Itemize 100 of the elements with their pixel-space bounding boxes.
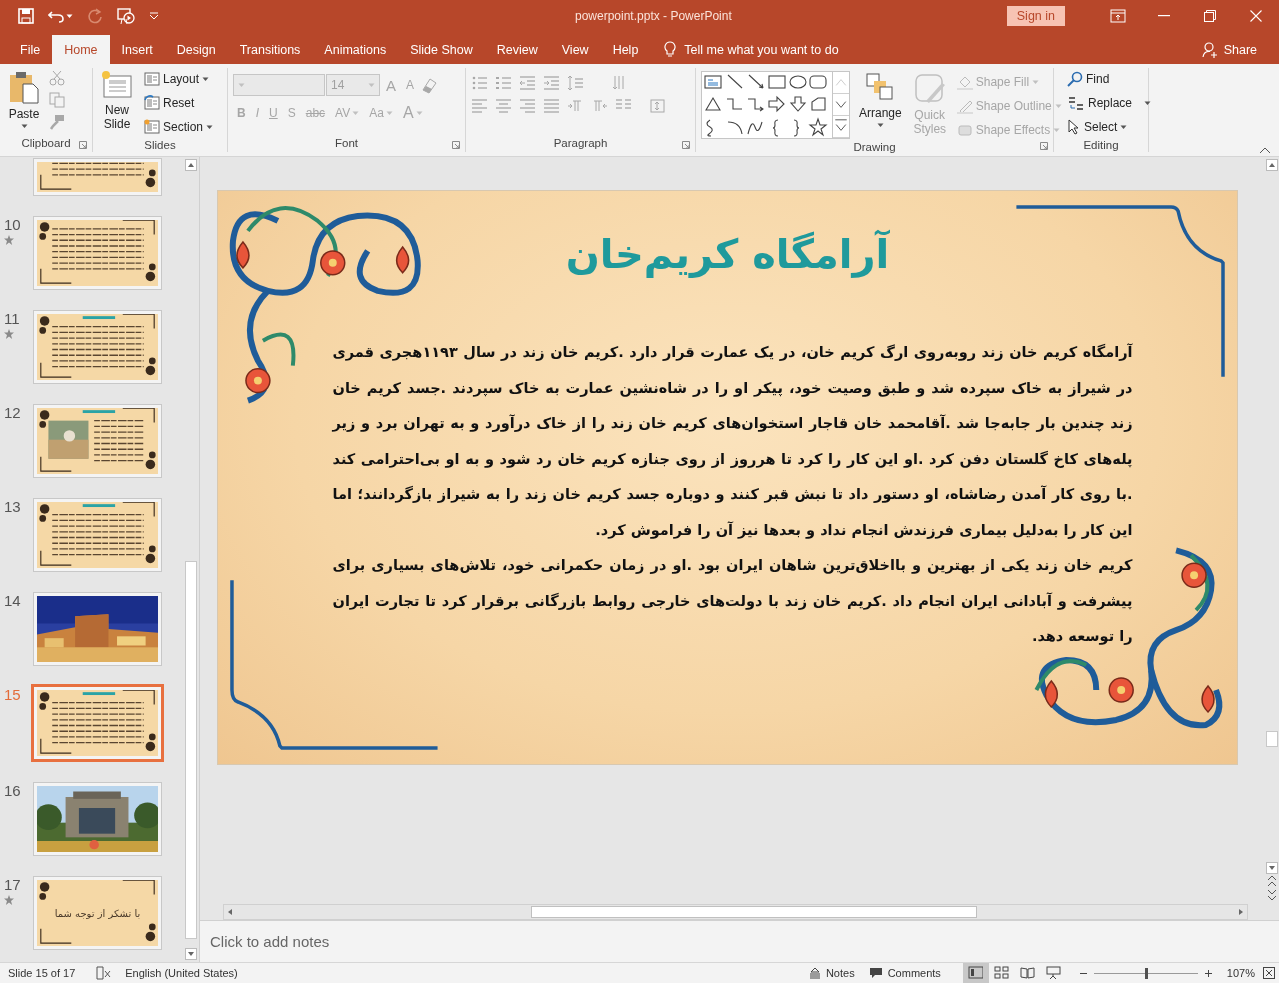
ribbon-tab[interactable]: Review xyxy=(484,35,550,64)
save-icon[interactable] xyxy=(18,8,34,24)
slide-number: 11 xyxy=(4,310,20,327)
slideshow-icon[interactable] xyxy=(117,7,135,25)
slide-number: 13 xyxy=(4,498,21,515)
slide-thumbnail[interactable] xyxy=(33,498,162,572)
restore-icon[interactable] xyxy=(1204,10,1216,22)
section-icon[interactable] xyxy=(144,119,160,135)
group-label: Editing xyxy=(1083,139,1119,151)
select-button[interactable]: Select xyxy=(1065,116,1154,138)
dialog-launcher-icon[interactable] xyxy=(682,141,690,149)
replace-icon[interactable] xyxy=(1067,95,1085,111)
dialog-launcher-icon[interactable] xyxy=(452,141,460,149)
close-icon[interactable] xyxy=(1250,10,1262,22)
view-button[interactable] xyxy=(962,963,989,983)
slide-thumbnail[interactable] xyxy=(31,684,164,762)
slide-title: آرامگاه کریم‌خان xyxy=(565,231,890,280)
ribbon-tab[interactable]: Help xyxy=(600,35,651,64)
scrollbar-thumb[interactable] xyxy=(185,561,197,939)
notes-icon[interactable] xyxy=(808,967,821,979)
group-label: Paragraph xyxy=(553,137,608,149)
ribbon-display-icon[interactable] xyxy=(1110,9,1126,23)
slide-thumbnail[interactable] xyxy=(33,404,162,478)
slide-number: 12 xyxy=(4,404,21,421)
slide-number: 15 xyxy=(4,686,21,703)
notes-button[interactable]: Notes xyxy=(808,967,855,979)
slide-counter: Slide 15 of 17 xyxy=(8,967,76,979)
fit-slide-icon[interactable] xyxy=(1263,967,1275,979)
slide-paragraph: آرامگاه کریم خان زند روبه‌روی ارگ کریم خان، در یک عمارت قرار دارد .کریم خان زند در سال ۱۱۹۳هجری قمری در شیراز به خاک سپرده شد و طبق وصیت خود، پیکر او را در شاه‌نشین عمارت به خاک سپردند .جسد کریم خان زند چندین بار جابه‌جا شد .آقامحمد خان قاجار استخوان‌های کریم خان زند را از خاک درآورد و به تهران برد و زیر پله‌های کاخ گلستان دفن کرد .او این کار را کرد تا هرروز از روی جنازه کریم خان رد شود و به او بی‌احترامی کند .با روی کار آمدن رضاشاه، او دستور داد تا نبش قبر کنند و دوباره جسد کریم خان زند را به شیراز بازگردانند؛ اما این کار را به‌دلیل بیماری فرزندش انجام نداد و بعدها نیز آن را فراموش کرد. xyxy=(332,342,1133,541)
find-button[interactable]: Find xyxy=(1065,68,1154,90)
person-icon[interactable] xyxy=(1201,41,1218,58)
caret-icon[interactable] xyxy=(20,124,28,129)
replace-button[interactable]: Replace xyxy=(1065,92,1154,114)
scroll-down-icon[interactable] xyxy=(1265,862,1278,874)
gallery-more-icon[interactable] xyxy=(833,116,849,138)
layout-icon[interactable] xyxy=(144,71,160,87)
new-slide-button[interactable]: New Slide xyxy=(98,68,136,138)
zoom-in-icon[interactable] xyxy=(1203,968,1213,978)
dialog-launcher-icon[interactable] xyxy=(79,141,87,149)
scrollbar-thumb[interactable] xyxy=(531,906,977,918)
customize-caret-icon[interactable] xyxy=(149,12,159,20)
previous-slide-icon[interactable] xyxy=(1266,874,1277,888)
slide-number: 17 xyxy=(4,876,21,893)
spelling-check-icon[interactable] xyxy=(95,966,112,980)
slide-sorter-view-icon xyxy=(994,966,1010,980)
slide-number: 16 xyxy=(4,782,21,799)
dialog-launcher-icon[interactable] xyxy=(1040,142,1048,150)
slideshow-view-icon xyxy=(1046,966,1062,980)
ribbon-tab[interactable]: View xyxy=(549,35,601,64)
slide-number: 14 xyxy=(4,592,21,609)
comments-button[interactable]: Comments xyxy=(868,967,941,979)
ribbon-button[interactable]: Section xyxy=(142,116,216,138)
ribbon-tab[interactable]: Animations xyxy=(312,35,399,64)
reset-icon[interactable] xyxy=(144,95,160,111)
caret-icon[interactable] xyxy=(66,13,73,19)
search-icon[interactable] xyxy=(1067,71,1083,87)
caret-icon[interactable] xyxy=(206,124,214,130)
ribbon-button[interactable]: Reset xyxy=(142,92,216,114)
clipboard-icon[interactable] xyxy=(8,70,40,104)
arrange-button[interactable]: Arrange xyxy=(856,71,905,141)
language-indicator[interactable]: English (United States) xyxy=(125,967,238,979)
caret-icon[interactable] xyxy=(1144,100,1152,106)
collapse-ribbon-icon[interactable] xyxy=(1259,146,1271,154)
scrollbar-thumb[interactable] xyxy=(1266,731,1278,747)
paste-button[interactable]: Paste xyxy=(5,68,43,134)
ribbon-tab[interactable]: File xyxy=(8,35,53,64)
arrange-icon[interactable] xyxy=(866,73,895,103)
ribbon-tab[interactable]: Home xyxy=(52,35,110,64)
cursor-icon[interactable] xyxy=(1067,119,1081,135)
group-label: Slides xyxy=(144,139,176,151)
slider-thumb[interactable] xyxy=(1144,967,1148,979)
scroll-up-icon[interactable] xyxy=(1265,159,1278,171)
comment-icon[interactable] xyxy=(868,967,883,979)
ribbon-tab[interactable]: Transitions xyxy=(227,35,313,64)
undo-icon[interactable] xyxy=(48,9,64,23)
ribbon-tab[interactable]: Insert xyxy=(109,35,165,64)
group-label: Drawing xyxy=(853,141,896,153)
sign-in-button[interactable]: Sign in xyxy=(1006,6,1065,26)
slide-canvas[interactable] xyxy=(217,190,1238,765)
slide-thumbnail[interactable] xyxy=(33,216,162,290)
caret-icon[interactable] xyxy=(876,123,884,128)
slide-thumbnail[interactable]: با تشکر از توجه شما xyxy=(33,876,162,950)
scroll-up-icon[interactable] xyxy=(185,159,197,171)
lightbulb-icon[interactable] xyxy=(664,41,677,58)
notes-field[interactable]: Click to add notes xyxy=(208,932,508,951)
reading-view-icon xyxy=(1020,966,1036,980)
ribbon-tab[interactable]: Design xyxy=(164,35,228,64)
minimize-icon[interactable] xyxy=(1158,15,1170,17)
scroll-down-icon[interactable] xyxy=(185,948,197,960)
next-slide-icon[interactable] xyxy=(1266,888,1277,902)
tell-me-search[interactable]: Tell me what you want to do xyxy=(684,42,839,57)
slide-thumbnail[interactable] xyxy=(33,158,162,196)
caret-icon[interactable] xyxy=(1120,124,1128,130)
ribbon-button[interactable]: Layout xyxy=(142,68,216,90)
slide-thumbnail[interactable] xyxy=(33,310,162,384)
zoom-level[interactable]: 107% xyxy=(1226,967,1255,979)
caret-icon[interactable] xyxy=(202,76,210,82)
share-button[interactable]: Share xyxy=(1223,42,1257,57)
ribbon-tab[interactable]: Slide Show xyxy=(398,35,485,64)
font-name-field[interactable] xyxy=(233,74,325,96)
